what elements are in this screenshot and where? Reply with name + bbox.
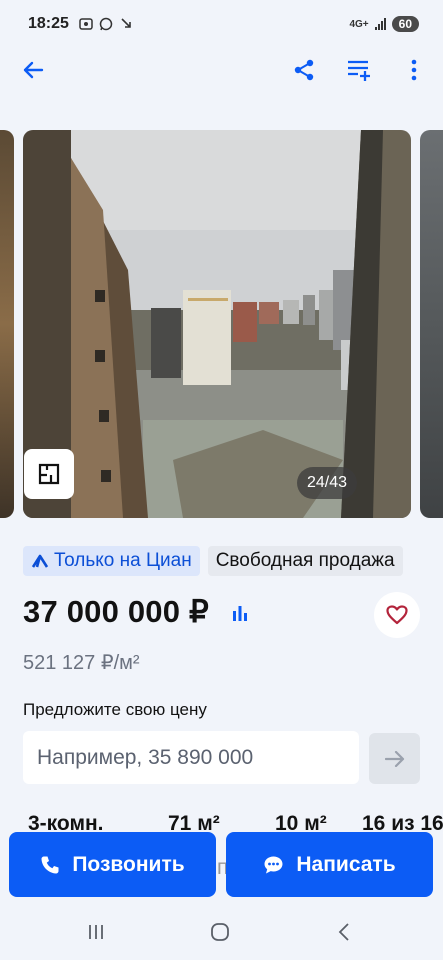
message-button[interactable]: Написать xyxy=(226,832,433,897)
arrow-right-icon xyxy=(384,750,404,767)
photo-image xyxy=(23,130,411,518)
next-photo-peek[interactable] xyxy=(420,130,443,518)
share-icon xyxy=(294,59,314,81)
cian-only-badge: Только на Циан xyxy=(23,546,200,576)
status-time: 18:25 xyxy=(28,15,69,32)
share-button[interactable] xyxy=(288,54,320,86)
whatsapp-icon xyxy=(99,17,113,31)
floorplan-icon xyxy=(38,463,60,485)
favorite-button[interactable] xyxy=(374,592,420,638)
status-bar: 18:25 4G+ 60 xyxy=(0,0,443,48)
call-button[interactable]: Позвонить xyxy=(9,832,216,897)
photo-counter: 24/43 xyxy=(297,467,358,499)
home-button[interactable] xyxy=(200,917,240,947)
screenshot-icon xyxy=(79,18,93,30)
battery-indicator: 60 xyxy=(391,16,419,32)
more-options-button[interactable] xyxy=(398,54,430,86)
action-bar: п Позвонить Написать xyxy=(0,832,443,900)
top-toolbar xyxy=(0,48,443,92)
offer-price-label: Предложите свою цену xyxy=(23,700,207,719)
home-icon xyxy=(211,923,229,941)
message-label: Написать xyxy=(296,852,396,876)
cian-logo-icon xyxy=(31,554,49,568)
signal-icon xyxy=(374,18,386,30)
listing-photo[interactable] xyxy=(23,130,411,518)
offer-price-input[interactable] xyxy=(23,731,359,784)
call-label: Позвонить xyxy=(72,852,185,876)
sale-type-badge: Свободная продажа xyxy=(207,546,403,576)
price-history-button[interactable] xyxy=(226,599,254,627)
price-chart-icon xyxy=(233,606,247,621)
price-total: 37 000 000 ₽ xyxy=(23,594,209,629)
back-arrow-icon xyxy=(23,61,44,79)
add-to-list-button[interactable] xyxy=(343,54,375,86)
phone-icon xyxy=(41,856,59,873)
chat-icon xyxy=(264,856,283,873)
notification-icons xyxy=(79,17,133,31)
badges-row: Только на Циан Свободная продажа xyxy=(23,546,443,576)
recent-apps-icon xyxy=(89,925,103,939)
system-back-button[interactable] xyxy=(324,917,364,947)
network-type: 4G+ xyxy=(349,18,369,30)
offer-submit-button[interactable] xyxy=(369,733,420,784)
floorplan-button[interactable] xyxy=(24,449,74,499)
chevron-left-icon xyxy=(338,923,349,941)
recent-apps-button[interactable] xyxy=(76,917,116,947)
more-vert-icon xyxy=(411,59,417,81)
system-icons: 4G+ 60 xyxy=(349,16,419,32)
cian-only-label: Только на Циан xyxy=(54,550,192,571)
price-per-m2: 521 127 ₽/м² xyxy=(23,652,140,674)
system-nav-bar xyxy=(0,905,443,960)
heart-icon xyxy=(386,605,408,625)
previous-photo-peek[interactable] xyxy=(0,130,14,518)
photo-gallery[interactable]: 24/43 xyxy=(0,130,443,518)
add-to-list-icon xyxy=(348,60,370,81)
missed-call-icon xyxy=(121,18,131,28)
back-button[interactable] xyxy=(17,54,49,86)
